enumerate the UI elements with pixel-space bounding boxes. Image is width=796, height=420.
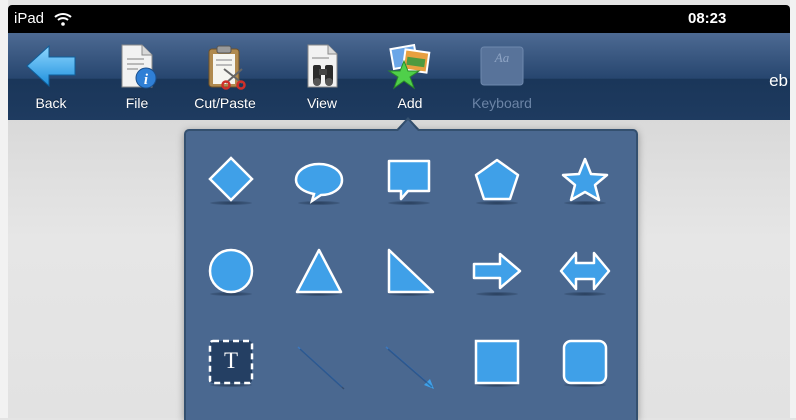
add-button[interactable]: Add (374, 33, 446, 120)
device-name: iPad (14, 10, 45, 27)
add-right-triangle-button[interactable] (374, 236, 444, 306)
wifi-icon (54, 13, 72, 26)
triangle-icon (295, 248, 343, 294)
file-info-icon: i (121, 44, 157, 89)
diamond-icon (208, 156, 254, 202)
view-button[interactable]: View (286, 33, 358, 120)
status-time: 08:23 (688, 10, 727, 27)
back-arrow-icon (26, 44, 76, 88)
toolbar: Back i File Cut/Paste View Add Aa Keyboa… (8, 33, 790, 121)
add-star-button[interactable] (550, 145, 620, 215)
back-button[interactable]: Back (15, 33, 87, 120)
add-pentagon-button[interactable] (462, 145, 532, 215)
add-rounded-square-button[interactable] (550, 327, 620, 397)
rounded-square-icon (562, 339, 608, 385)
text-box-glyph: T (223, 348, 239, 373)
clipboard-scissors-icon (208, 45, 246, 90)
add-diamond-button[interactable] (196, 145, 266, 215)
add-double-arrow-button[interactable] (550, 236, 620, 306)
add-line-button[interactable] (284, 327, 354, 397)
square-icon (474, 339, 520, 385)
status-bar: iPad 08:23 (8, 5, 790, 33)
keyboard-label: Keyboard (472, 95, 532, 111)
line-icon (297, 346, 345, 390)
arrow-line-icon (385, 346, 434, 389)
add-text-box-button[interactable]: T (196, 327, 266, 397)
keyboard-aa-icon: Aa (480, 46, 524, 86)
cut-paste-button[interactable]: Cut/Paste (189, 33, 261, 120)
frame-right (790, 0, 796, 418)
binoculars-document-icon (307, 44, 338, 88)
add-label: Add (397, 95, 423, 111)
speech-bubble-rect-icon (387, 159, 431, 201)
add-rect-callout-button[interactable] (374, 145, 444, 215)
double-arrow-icon (559, 251, 611, 291)
view-label: View (306, 95, 338, 111)
add-arrow-line-button[interactable] (374, 327, 444, 397)
back-label: Back (35, 95, 67, 111)
arrow-right-icon (472, 252, 522, 290)
keyboard-button[interactable]: Aa Keyboard (466, 33, 538, 120)
file-label: File (125, 95, 149, 111)
add-arrow-button[interactable] (462, 236, 532, 306)
add-circle-button[interactable] (196, 236, 266, 306)
speech-bubble-round-icon (294, 162, 344, 204)
svg-text:Aa: Aa (494, 50, 510, 65)
cut-paste-label: Cut/Paste (194, 95, 256, 111)
add-pictures-star-icon (387, 43, 431, 90)
add-round-callout-button[interactable] (284, 145, 354, 215)
add-shape-popover: T (184, 129, 638, 420)
document-title-fragment: eb (769, 71, 788, 90)
add-square-button[interactable] (462, 327, 532, 397)
pentagon-icon (474, 158, 520, 201)
frame-left (0, 0, 8, 418)
file-button[interactable]: i File (101, 33, 173, 120)
popover-arrow (398, 120, 418, 131)
right-triangle-icon (387, 248, 435, 294)
circle-icon (208, 248, 254, 294)
add-triangle-button[interactable] (284, 236, 354, 306)
star-icon (561, 157, 609, 202)
